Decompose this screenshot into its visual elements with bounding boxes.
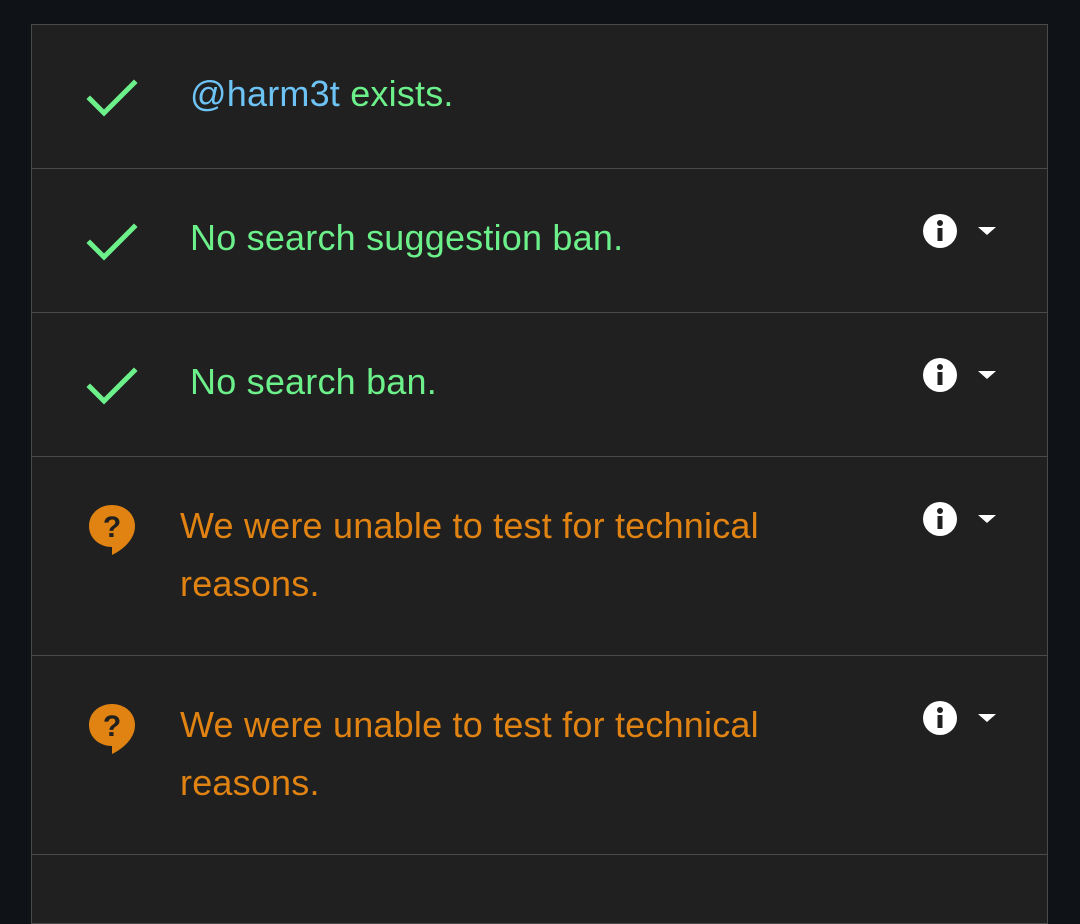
check-icon	[86, 223, 138, 261]
info-icon[interactable]	[922, 213, 958, 249]
svg-text:?: ?	[103, 511, 121, 544]
result-text: exists.	[340, 73, 454, 114]
info-icon[interactable]	[922, 501, 958, 537]
check-icon	[86, 79, 138, 117]
caret-down-icon[interactable]	[976, 512, 998, 526]
svg-text:?: ?	[103, 710, 121, 743]
result-text: We were unable to test for technical rea…	[180, 505, 759, 604]
result-text: No search suggestion ban.	[190, 217, 624, 258]
result-text: We were unable to test for technical rea…	[180, 704, 759, 803]
caret-down-icon[interactable]	[976, 711, 998, 725]
info-icon[interactable]	[922, 700, 958, 736]
caret-down-icon[interactable]	[976, 368, 998, 382]
username-link[interactable]: @harm3t	[190, 73, 340, 114]
result-message: @harm3t exists.	[190, 65, 454, 123]
caret-down-icon[interactable]	[976, 224, 998, 238]
result-row-search-ban: No search ban.	[32, 313, 1047, 457]
info-icon[interactable]	[922, 357, 958, 393]
row-actions	[922, 213, 998, 249]
result-row-ghost-ban: ? We were unable to test for technical r…	[32, 457, 1047, 656]
result-row-search-suggestion-ban: No search suggestion ban.	[32, 169, 1047, 313]
check-icon	[86, 367, 138, 405]
result-row-exists: @harm3t exists.	[32, 25, 1047, 169]
result-row-reply-deboosting: ? We were unable to test for technical r…	[32, 656, 1047, 855]
help-bubble-icon: ?	[89, 505, 135, 555]
row-actions	[922, 501, 998, 537]
row-actions	[922, 700, 998, 736]
result-text: No search ban.	[190, 361, 437, 402]
help-bubble-icon: ?	[89, 704, 135, 754]
results-panel: @harm3t exists. No search suggestion ban…	[31, 24, 1048, 924]
row-actions	[922, 357, 998, 393]
